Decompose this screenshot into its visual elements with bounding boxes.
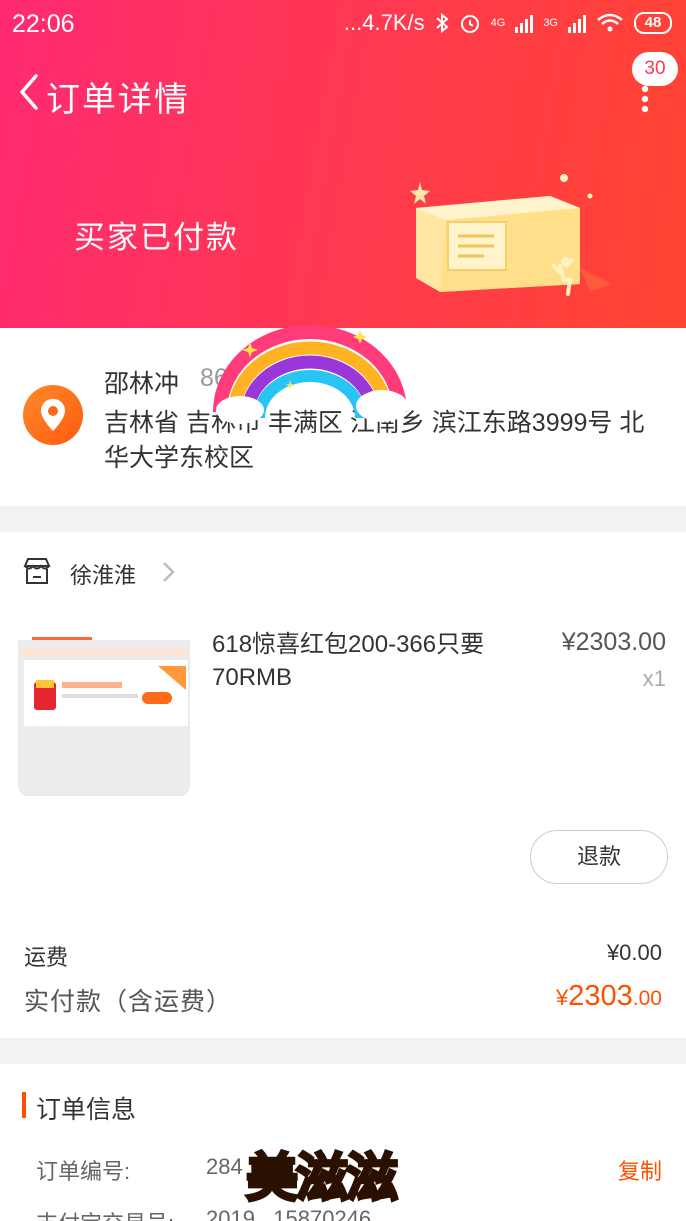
- signal-3g-icon: [568, 13, 586, 33]
- meizizi-sticker: 美滋滋: [244, 1148, 399, 1211]
- signal-4g-label: 4G: [490, 16, 506, 29]
- more-options-icon[interactable]: [640, 84, 650, 114]
- page-title: 订单详情: [46, 81, 190, 119]
- message-count-badge[interactable]: 30: [632, 52, 678, 86]
- item-quantity: x1: [642, 666, 666, 691]
- paid-amount-label: 实付款（含运费）: [24, 988, 233, 1016]
- order-status-text: 买家已付款: [74, 220, 239, 255]
- order-status-header: 22:06 ...4.7K/s 4G 3G 48 订单详情 30 买家已付款: [0, 0, 686, 328]
- paid-amount-integer: 2303: [568, 980, 633, 1012]
- chevron-right-icon[interactable]: [160, 560, 176, 584]
- wifi-icon: [597, 13, 623, 32]
- shop-name[interactable]: 徐淮淮: [70, 558, 136, 590]
- paid-amount-value: ¥2303.00: [556, 980, 662, 1013]
- rainbow-sticker: [213, 325, 408, 424]
- location-pin-icon: [23, 385, 83, 445]
- copy-order-number-button[interactable]: 复制: [618, 1154, 662, 1186]
- order-info-title: 订单信息: [36, 1096, 137, 1124]
- paid-amount-decimal: .00: [632, 987, 662, 1010]
- status-bar: 22:06 ...4.7K/s 4G 3G 48: [0, 0, 686, 46]
- order-item-card: 徐淮淮 618惊喜红包200-366只要70RMB ¥2303.00 x1 退款…: [0, 532, 686, 1038]
- order-number-label: 订单编号:: [36, 1159, 131, 1184]
- item-price: ¥2303.00: [561, 628, 666, 656]
- item-image: [18, 626, 190, 796]
- package-box-illustration: [410, 174, 612, 296]
- battery-icon: 48: [634, 12, 672, 34]
- paid-currency: ¥: [556, 985, 569, 1010]
- section-accent-bar: [22, 1092, 26, 1118]
- order-number-value: 284: [206, 1154, 243, 1179]
- item-thumbnail[interactable]: [18, 626, 190, 796]
- signal-3g-label: 3G: [543, 16, 558, 29]
- alarm-icon: [460, 15, 479, 33]
- shop-icon: [23, 558, 51, 584]
- status-icons: ...4.7K/s 4G 3G 48: [344, 10, 672, 36]
- refund-button[interactable]: 退款: [530, 830, 668, 884]
- network-speed: ...4.7K/s: [343, 10, 425, 35]
- bluetooth-icon: [435, 12, 449, 34]
- shipping-fee-value: ¥0.00: [606, 940, 662, 965]
- shipping-fee-label: 运费: [24, 945, 69, 970]
- item-title[interactable]: 618惊喜红包200-366只要70RMB: [212, 628, 512, 694]
- back-arrow-icon[interactable]: [14, 70, 44, 114]
- recipient-name: 邵林冲: [104, 370, 180, 398]
- alipay-trade-no-label: 支付宝交易号:: [36, 1206, 174, 1221]
- status-time: 22:06: [12, 10, 75, 38]
- signal-4g-icon: [515, 13, 534, 33]
